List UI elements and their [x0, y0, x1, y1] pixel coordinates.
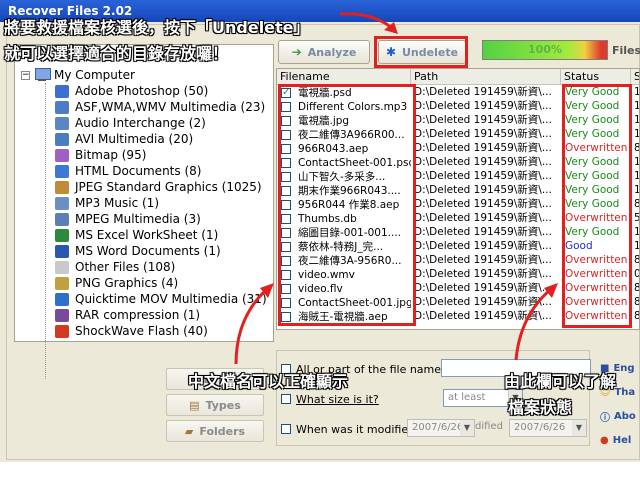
annotation-filename-note: 中文檔名可以正確顯示	[188, 372, 349, 391]
arrow-to-status-head	[544, 283, 558, 298]
annotation-top-line2: 就可以選擇適合的目錄存放囉！	[4, 44, 229, 63]
arrow-to-filenames	[234, 288, 268, 365]
annotation-status-note1: 由此欄可以了解	[504, 372, 617, 391]
arrow-to-status	[514, 288, 551, 361]
annotation-status-note2: 檔案狀態	[508, 398, 573, 417]
annotation-top-line1: 將要救援檔案核選後，按下「Undelete」	[4, 18, 310, 37]
arrow-to-undelete	[339, 12, 393, 30]
